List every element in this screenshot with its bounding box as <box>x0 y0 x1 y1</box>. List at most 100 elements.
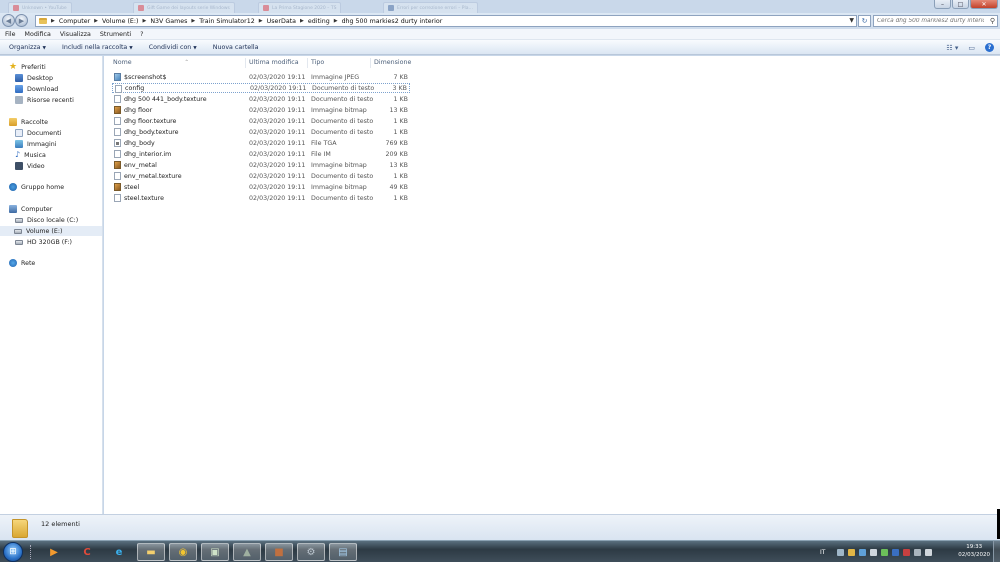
breadcrumb-item[interactable]: Computer <box>59 18 90 25</box>
nav-recent[interactable]: Risorse recenti <box>15 95 74 105</box>
language-indicator[interactable]: IT <box>820 549 825 556</box>
chevron-right-icon[interactable]: ▶ <box>142 18 146 24</box>
internet-explorer-icon[interactable]: e <box>105 543 133 561</box>
chevron-right-icon[interactable]: ▶ <box>259 18 263 24</box>
nav-download[interactable]: Download <box>15 84 58 94</box>
menu-file[interactable]: File <box>5 31 16 38</box>
tool-icon[interactable]: ⚙ <box>297 543 325 561</box>
chevron-right-icon[interactable]: ▶ <box>300 18 304 24</box>
tray-app-icon[interactable] <box>881 548 889 556</box>
tray-app-icon[interactable] <box>837 548 845 556</box>
nav-documents[interactable]: Documenti <box>15 128 61 138</box>
windows-explorer-icon[interactable]: ▬ <box>137 543 165 561</box>
share-with-button[interactable]: Condividi con ▼ <box>149 44 197 51</box>
star-icon: ★ <box>9 62 18 72</box>
nav-music[interactable]: ♪ Musica <box>15 150 46 160</box>
nav-libraries[interactable]: Raccolte <box>9 117 48 127</box>
background-tab[interactable]: Gift Game dei layouts serie Windows <box>133 2 235 13</box>
chevron-right-icon[interactable]: ▶ <box>94 18 98 24</box>
nav-desktop[interactable]: Desktop <box>15 73 53 83</box>
new-folder-button[interactable]: Nuova cartella <box>213 44 259 51</box>
chevron-right-icon[interactable]: ▶ <box>334 18 338 24</box>
column-divider[interactable] <box>307 58 308 68</box>
tray-app-icon[interactable] <box>848 548 856 556</box>
app-window-icon[interactable]: ▣ <box>201 543 229 561</box>
chevron-down-icon[interactable]: ▼ <box>849 17 854 24</box>
game-icon[interactable]: ■ <box>265 543 293 561</box>
menu-edit[interactable]: Modifica <box>25 31 51 38</box>
media-player-icon[interactable]: ▶ <box>40 543 68 561</box>
show-desktop-button[interactable] <box>993 541 1000 562</box>
notes-icon[interactable]: ▤ <box>329 543 357 561</box>
refresh-button[interactable]: ↻ <box>858 15 871 27</box>
forward-button[interactable]: ▶ <box>15 14 28 27</box>
breadcrumb-item[interactable]: editing <box>308 18 330 25</box>
background-tab[interactable]: Unknown • YouTube <box>8 2 72 13</box>
file-row[interactable]: steel.texture 02/03/2020 19:11 Documento d… <box>112 193 410 203</box>
clock[interactable]: 19:33 02/03/2020 <box>958 543 990 559</box>
chevron-right-icon[interactable]: ▶ <box>51 18 55 24</box>
nav-video[interactable]: Video <box>15 161 45 171</box>
breadcrumb-item[interactable]: dhg 500 markies2 durty interior <box>342 18 443 25</box>
column-header-modified[interactable]: Ultima modifica <box>249 59 299 68</box>
file-row[interactable]: config 02/03/2020 19:11 Documento di testo… <box>112 83 410 93</box>
preview-pane-icon[interactable]: ▭ <box>968 44 975 52</box>
file-row[interactable]: env_metal 02/03/2020 19:11 Immagine bitmap… <box>112 160 410 170</box>
breadcrumb-item[interactable]: Train Simulator12 <box>199 18 255 25</box>
file-row[interactable]: $screenshot$ 02/03/2020 19:11 Immagine JPE… <box>112 72 410 82</box>
breadcrumb-item[interactable]: Volume (E:) <box>102 18 138 25</box>
column-header-name[interactable]: Nome ^ <box>113 59 188 68</box>
close-button[interactable]: ✕ <box>970 0 998 9</box>
nav-homegroup[interactable]: Gruppo home <box>9 182 64 192</box>
tray-app-icon[interactable] <box>903 548 911 556</box>
back-button[interactable]: ◀ <box>2 14 15 27</box>
menu-help[interactable]: ? <box>140 31 143 38</box>
file-row[interactable]: dhg_body 02/03/2020 19:11 File TGA 769 KB <box>112 138 410 148</box>
menu-tools[interactable]: Strumenti <box>100 31 131 38</box>
view-options-icon[interactable]: ☷ ▾ <box>946 44 958 52</box>
column-header-size[interactable]: Dimensione <box>374 59 411 68</box>
file-row[interactable]: dhg 500 441_body.texture 02/03/2020 19:11… <box>112 94 410 104</box>
organize-button[interactable]: Organizza ▼ <box>9 44 46 51</box>
file-row[interactable]: steel 02/03/2020 19:11 Immagine bitmap 49 K… <box>112 182 410 192</box>
tray-app-icon[interactable] <box>870 548 878 556</box>
file-row[interactable]: env_metal.texture 02/03/2020 19:11 Documen… <box>112 171 410 181</box>
tray-app-icon[interactable] <box>892 548 900 556</box>
start-button[interactable]: ⊞ <box>3 542 23 562</box>
nav-favorites[interactable]: ★ Preferiti <box>9 62 46 72</box>
breadcrumb-item[interactable]: N3V Games <box>150 18 187 25</box>
menu-view[interactable]: Visualizza <box>60 31 91 38</box>
nav-drive-e[interactable]: Volume (E:) <box>0 226 102 236</box>
search-box[interactable]: ⚲ <box>873 15 998 27</box>
tray-app-icon[interactable] <box>859 548 867 556</box>
nav-images[interactable]: Immagini <box>15 139 56 149</box>
ccleaner-icon[interactable]: C <box>73 543 101 561</box>
chrome-icon[interactable]: ◉ <box>169 543 197 561</box>
chevron-right-icon[interactable]: ▶ <box>191 18 195 24</box>
column-header-type[interactable]: Tipo <box>311 59 324 68</box>
nav-computer[interactable]: Computer <box>9 204 52 214</box>
volume-icon[interactable] <box>914 548 922 556</box>
maximize-button[interactable]: □ <box>952 0 969 9</box>
nav-drive-c[interactable]: Disco locale (C:) <box>15 215 78 225</box>
file-row[interactable]: dhg_body.texture 02/03/2020 19:11 Document… <box>112 127 410 137</box>
background-tab[interactable]: La Prima Stagione 2020 – TS <box>258 2 342 13</box>
column-divider[interactable] <box>370 58 371 68</box>
breadcrumb[interactable]: ▶ Computer ▶ Volume (E:) ▶ N3V Games ▶ T… <box>35 15 857 27</box>
file-row[interactable]: dhg floor.texture 02/03/2020 19:11 Documen… <box>112 116 410 126</box>
breadcrumb-item[interactable]: UserData <box>267 18 296 25</box>
column-divider[interactable] <box>245 58 246 68</box>
file-row[interactable]: dhg_interior.im 02/03/2020 19:11 File IM 20… <box>112 149 410 159</box>
background-tab[interactable]: Errori per correzione errori – Pla… <box>383 2 478 13</box>
trainz-icon[interactable]: ▲ <box>233 543 261 561</box>
include-in-library-button[interactable]: Includi nella raccolta ▼ <box>62 44 133 51</box>
nav-drive-f[interactable]: HD 320GB (F:) <box>15 237 72 247</box>
nav-network[interactable]: Rete <box>9 258 35 268</box>
search-icon[interactable]: ⚲ <box>990 17 995 25</box>
help-icon[interactable]: ? <box>985 43 994 52</box>
file-row[interactable]: dhg floor 02/03/2020 19:11 Immagine bitmap… <box>112 105 410 115</box>
taskbar-grip[interactable] <box>30 545 33 559</box>
search-input[interactable] <box>874 16 984 26</box>
network-tray-icon[interactable] <box>925 548 933 556</box>
minimize-button[interactable]: – <box>934 0 951 9</box>
